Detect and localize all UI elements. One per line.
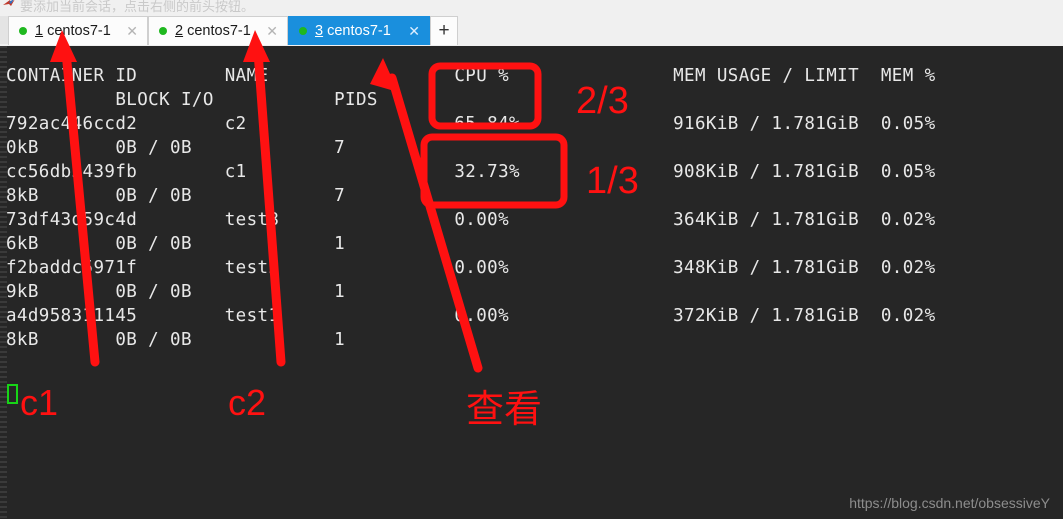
terminal-output: CONTAINER ID NAME CPU % MEM USAGE / LIMI… [6,65,936,350]
tab-number-1: 1 [35,23,44,39]
annotation-label-view: 查看 [466,389,543,431]
annotation-fraction-top: 2/3 [576,80,629,122]
app-window: 要添加当前会话，点击右侧的前头按钮。 1 centos7-1 ✕ 2 cento… [0,0,1063,519]
terminal-pane[interactable]: CONTAINER ID NAME CPU % MEM USAGE / LIMI… [0,46,1063,519]
hint-bar: 要添加当前会话，点击右侧的前头按钮。 [0,0,1063,14]
tab-label-1: 1 centos7-1 [35,23,111,39]
tab-label-2: 2 centos7-1 [175,23,251,39]
block-cursor-icon [7,384,18,404]
tab-number-2: 2 [175,23,184,39]
watermark: https://blog.csdn.net/obsessiveY [849,495,1050,511]
close-icon[interactable]: ✕ [266,23,278,39]
tab-centos7-1-session-2[interactable]: 2 centos7-1 ✕ [148,16,288,45]
tab-name-3: centos7-1 [323,23,391,39]
tab-name-1: centos7-1 [43,23,111,39]
tab-centos7-1-session-1[interactable]: 1 centos7-1 ✕ [8,16,148,45]
close-icon[interactable]: ✕ [408,23,420,39]
annotation-label-c2: c2 [228,382,267,423]
green-dot-icon [159,27,167,35]
tab-name-2: centos7-1 [183,23,251,39]
tab-number-3: 3 [315,23,324,39]
close-icon[interactable]: ✕ [126,23,138,39]
tab-label-3: 3 centos7-1 [315,23,391,39]
green-dot-icon [19,27,27,35]
tab-centos7-1-session-3[interactable]: 3 centos7-1 ✕ [288,16,430,45]
annotation-fraction-bottom: 1/3 [586,160,639,202]
hint-text: 要添加当前会话，点击右侧的前头按钮。 [20,0,255,14]
annotation-label-c1: c1 [20,382,59,423]
pin-icon [3,0,15,6]
green-dot-icon [299,27,307,35]
tab-bar-grip [0,16,8,44]
new-tab-button[interactable]: + [430,16,458,45]
tab-bar: 1 centos7-1 ✕ 2 centos7-1 ✕ 3 centos7-1 … [0,14,1063,60]
